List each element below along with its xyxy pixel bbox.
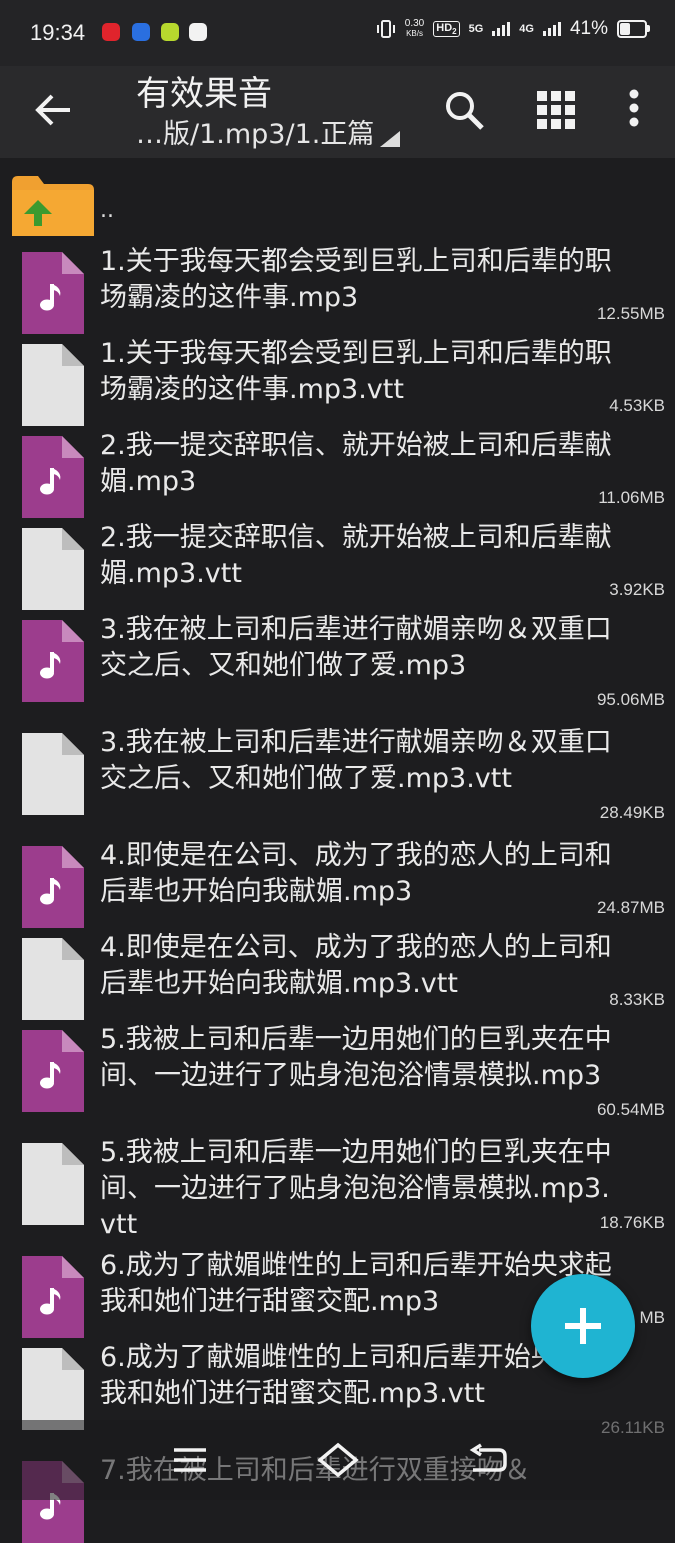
text-file-icon <box>22 344 84 426</box>
file-size: 11.06MB <box>598 488 665 507</box>
add-button[interactable] <box>531 1274 635 1378</box>
path-breadcrumb[interactable]: …版/1.mp3/1.正篇 <box>136 112 401 151</box>
file-size: 24.87MB <box>596 898 665 917</box>
audio-file-icon <box>22 1256 84 1338</box>
audio-file-icon <box>22 620 84 702</box>
app-toolbar: 有效果音 …版/1.mp3/1.正篇 <box>0 66 675 158</box>
net-speed-value: 0.30 <box>404 18 425 29</box>
file-name: 1.关于我每天都会受到巨乳上司和后辈的职场霸凌的这件事.mp3 <box>100 246 612 313</box>
file-size: 4.53KB <box>609 396 665 415</box>
text-file-icon <box>22 938 84 1020</box>
audio-file-icon <box>22 436 84 518</box>
home-icon[interactable] <box>316 1442 360 1478</box>
back-icon[interactable] <box>465 1442 509 1478</box>
path-text: …版/1.mp3/1.正篇 <box>136 119 375 150</box>
text-file-icon <box>22 1143 84 1225</box>
signal-5g-icon <box>492 22 511 36</box>
file-size: 3.92KB <box>609 580 665 599</box>
audio-file-icon <box>22 1030 84 1112</box>
file-row[interactable]: 3.我在被上司和后辈进行献媚亲吻＆双重口交之后、又和她们做了爱.mp3.vtt 2… <box>0 723 675 836</box>
back-arrow-icon[interactable] <box>32 88 76 132</box>
file-name: 5.我被上司和后辈一边用她们的巨乳夹在中间、一边进行了贴身泡泡浴情景模拟.mp3 <box>100 1024 612 1091</box>
battery-percent: 41% <box>569 18 608 39</box>
file-name: 5.我被上司和后辈一边用她们的巨乳夹在中间、一边进行了贴身泡泡浴情景模拟.mp3… <box>100 1137 612 1240</box>
file-row[interactable]: 5.我被上司和后辈一边用她们的巨乳夹在中间、一边进行了贴身泡泡浴情景模拟.mp3… <box>0 1133 675 1246</box>
hd-label: HD <box>436 21 453 34</box>
folder-up-icon <box>12 176 94 236</box>
file-size: 95.06MB <box>596 690 665 709</box>
text-file-icon <box>22 1348 84 1430</box>
file-name: 2.我一提交辞职信、就开始被上司和后辈献媚.mp3 <box>100 430 612 497</box>
net-speed: 0.30 KB/s <box>405 19 424 39</box>
file-name: 2.我一提交辞职信、就开始被上司和后辈献媚.mp3.vtt <box>100 522 612 589</box>
search-icon[interactable] <box>442 88 486 132</box>
file-row[interactable]: 4.即使是在公司、成为了我的恋人的上司和后辈也开始向我献媚.mp3 24.87MB <box>0 836 675 928</box>
file-name: 1.关于我每天都会受到巨乳上司和后辈的职场霸凌的这件事.mp3.vtt <box>100 338 612 405</box>
text-file-icon <box>22 528 84 610</box>
menu-icon[interactable] <box>168 1442 212 1478</box>
signal-4g-icon <box>542 22 561 36</box>
clock: 19:34 <box>30 20 86 45</box>
file-row[interactable]: 2.我一提交辞职信、就开始被上司和后辈献媚.mp3 11.06MB <box>0 426 675 518</box>
app-icon-blue <box>132 23 150 41</box>
file-row[interactable]: 1.关于我每天都会受到巨乳上司和后辈的职场霸凌的这件事.mp3.vtt 4.53K… <box>0 334 675 426</box>
file-row[interactable]: 4.即使是在公司、成为了我的恋人的上司和后辈也开始向我献媚.mp3.vtt 8.3… <box>0 928 675 1020</box>
file-size: 12.55MB <box>596 304 665 323</box>
status-bar: 19:34 0.30 KB/s HD2 5G 4G 41% <box>0 0 675 66</box>
netease-music-icon <box>102 23 120 41</box>
audio-file-icon <box>22 252 84 334</box>
hd-sub: 2 <box>452 27 457 37</box>
file-row[interactable]: 1.关于我每天都会受到巨乳上司和后辈的职场霸凌的这件事.mp3 12.55MB <box>0 242 675 334</box>
parent-directory-label: .. <box>100 198 114 223</box>
text-file-icon <box>22 733 84 815</box>
vibrate-icon <box>376 20 395 38</box>
file-size: 60.54MB <box>596 1100 665 1119</box>
app-icon-green <box>161 23 179 41</box>
parent-directory-row[interactable]: .. <box>0 158 675 242</box>
file-name: 4.即使是在公司、成为了我的恋人的上司和后辈也开始向我献媚.mp3 <box>100 840 612 907</box>
file-size: 28.49KB <box>599 803 665 822</box>
battery-icon <box>617 20 650 38</box>
hd-badge: HD2 <box>433 20 460 38</box>
file-name: 3.我在被上司和后辈进行献媚亲吻＆双重口交之后、又和她们做了爱.mp3 <box>100 614 612 681</box>
dropdown-triangle-icon <box>380 130 401 147</box>
file-size: 8.33KB <box>609 990 665 1009</box>
file-name: 4.即使是在公司、成为了我的恋人的上司和后辈也开始向我献媚.mp3.vtt <box>100 932 612 999</box>
system-nav-bar <box>0 1420 675 1500</box>
network-4g-label: 4G <box>519 23 534 35</box>
more-vert-icon[interactable] <box>612 88 656 132</box>
file-row[interactable]: 5.我被上司和后辈一边用她们的巨乳夹在中间、一边进行了贴身泡泡浴情景模拟.mp3… <box>0 1020 675 1133</box>
app-icon-link <box>189 23 207 41</box>
file-row[interactable]: 3.我在被上司和后辈进行献媚亲吻＆双重口交之后、又和她们做了爱.mp3 95.06… <box>0 610 675 723</box>
file-size: 18.76KB <box>599 1213 665 1232</box>
plus-icon <box>565 1308 601 1344</box>
folder-title: 有效果音 <box>136 74 272 114</box>
audio-file-icon <box>22 846 84 928</box>
file-name: 3.我在被上司和后辈进行献媚亲吻＆双重口交之后、又和她们做了爱.mp3.vtt <box>100 727 612 794</box>
net-speed-unit: KB/s <box>406 29 423 38</box>
network-5g-label: 5G <box>468 23 484 35</box>
file-size: MB <box>639 1308 666 1327</box>
grid-view-icon[interactable] <box>534 88 578 132</box>
file-row[interactable]: 2.我一提交辞职信、就开始被上司和后辈献媚.mp3.vtt 3.92KB <box>0 518 675 610</box>
